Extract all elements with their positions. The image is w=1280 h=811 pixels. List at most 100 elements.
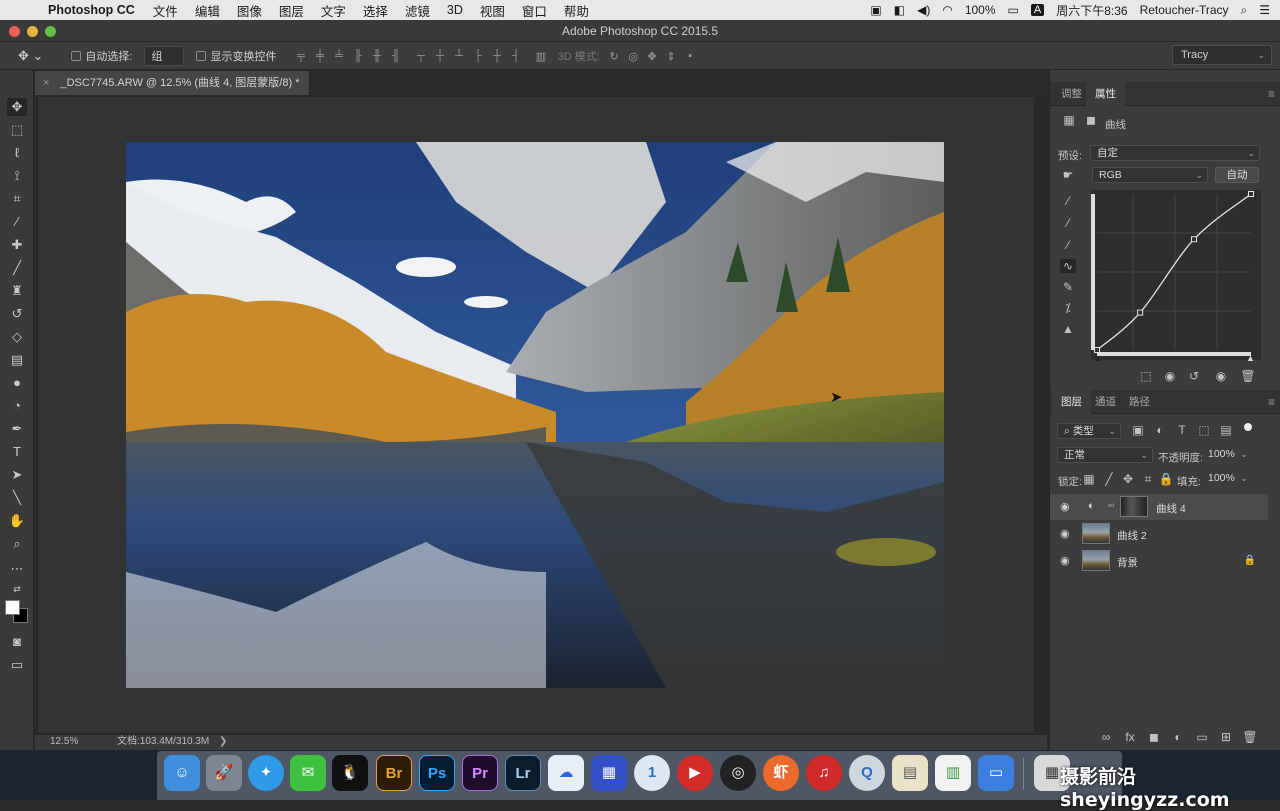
align-top-icon[interactable]: ╤ [294, 50, 307, 62]
distribute-bottom-icon[interactable]: ┴ [452, 50, 465, 62]
menu-3d[interactable]: 3D [447, 3, 463, 17]
panel-menu-icon[interactable]: ≡ [1268, 395, 1275, 409]
crop-tool-icon[interactable]: ⌗ [7, 190, 27, 208]
user-name[interactable]: Retoucher-Tracy [1140, 3, 1229, 17]
lock-image-icon[interactable]: ╱ [1101, 472, 1117, 486]
filter-toggle-icon[interactable] [1244, 423, 1252, 431]
wifi-icon[interactable]: ◠ [942, 3, 952, 17]
layer-style-icon[interactable]: fx [1122, 730, 1138, 744]
curve-point[interactable] [1137, 309, 1144, 316]
transform-controls-checkbox[interactable] [196, 50, 207, 61]
filter-type-icon[interactable]: T [1174, 423, 1190, 437]
filter-smart-object-icon[interactable]: ▤ [1218, 423, 1234, 437]
eye-icon[interactable]: ◉ [1060, 500, 1070, 513]
black-point-eyedropper-icon[interactable]: ⁄ [1060, 194, 1076, 208]
wechat-icon[interactable]: ✉ [290, 755, 326, 791]
distribute-top-icon[interactable]: ┬ [414, 50, 427, 62]
volume-icon[interactable]: ◀) [917, 3, 930, 17]
menu-view[interactable]: 视图 [480, 1, 505, 20]
hand-tool-icon[interactable]: ✋ [7, 512, 27, 530]
pen-tool-icon[interactable]: ✒ [7, 420, 27, 438]
document-tab[interactable]: × _DSC7745.ARW @ 12.5% (曲线 4, 图层蒙版/8) * [35, 71, 310, 95]
curve-edit-points-icon[interactable]: ∿ [1060, 259, 1076, 273]
battery-icon[interactable]: ▭ [1008, 3, 1019, 17]
view-previous-state-icon[interactable]: ◉ [1162, 369, 1178, 383]
tab-paths[interactable]: 路径 [1120, 390, 1159, 414]
layer-filter-dropdown[interactable]: ⌕ 类型 ⌄ [1057, 423, 1121, 439]
app-menu[interactable]: Photoshop CC [48, 3, 135, 17]
screen-record-icon[interactable]: ▣ [870, 3, 881, 17]
white-input-slider-icon[interactable]: ▲ [1246, 353, 1255, 363]
align-left-icon[interactable]: ╟ [351, 50, 364, 62]
blur-tool-icon[interactable]: ● [7, 374, 27, 392]
menu-edit[interactable]: 编辑 [195, 1, 220, 20]
filter-pixel-icon[interactable]: ▣ [1130, 423, 1146, 437]
menu-layer[interactable]: 图层 [279, 1, 304, 20]
link-layers-icon[interactable]: ∞ [1098, 730, 1114, 744]
notification-center-icon[interactable]: ☰ [1259, 3, 1270, 17]
type-tool-icon[interactable]: T [7, 443, 27, 461]
workspace-switcher[interactable]: Tracy ⌄ [1172, 45, 1272, 65]
eraser-tool-icon[interactable]: ◇ [7, 328, 27, 346]
menu-select[interactable]: 选择 [363, 1, 388, 20]
screen-mode-icon[interactable]: ▭ [7, 656, 27, 674]
filter-shape-icon[interactable]: ⬚ [1196, 423, 1212, 437]
gray-point-eyedropper-icon[interactable]: ⁄ [1060, 216, 1076, 230]
layer-row-curves-2[interactable]: ◉ 曲线 2 [1050, 521, 1268, 547]
premiere-icon[interactable]: Pr [462, 755, 498, 791]
auto-select-checkbox[interactable] [71, 50, 82, 61]
menu-window[interactable]: 窗口 [522, 1, 547, 20]
link-icon[interactable]: ∞ [1108, 500, 1114, 510]
keynote-icon[interactable]: ▭ [978, 755, 1014, 791]
netease-music-icon[interactable]: ♫ [806, 755, 842, 791]
distribute-hcenter-icon[interactable]: ┼ [490, 50, 503, 62]
distribute-vcenter-icon[interactable]: ┼ [433, 50, 446, 62]
move-tool-preset-icon[interactable]: ✥ ⌄ [18, 48, 43, 64]
healing-brush-tool-icon[interactable]: ✚ [7, 236, 27, 254]
obs-icon[interactable]: ◎ [720, 755, 756, 791]
lock-position-icon[interactable]: ✥ [1120, 472, 1136, 486]
menu-file[interactable]: 文件 [153, 1, 178, 20]
curve-pencil-icon[interactable]: ✎ [1060, 280, 1076, 294]
menu-help[interactable]: 帮助 [564, 1, 589, 20]
gradient-tool-icon[interactable]: ▤ [7, 351, 27, 369]
dodge-tool-icon[interactable]: ◔ [7, 397, 27, 415]
clipping-warning-icon[interactable]: ▲ [1060, 322, 1076, 336]
bridge-icon[interactable]: Br [376, 755, 412, 791]
lock-all-icon[interactable]: 🔒 [1158, 472, 1174, 486]
close-document-icon[interactable]: × [43, 77, 49, 89]
auto-button[interactable]: 自动 [1215, 167, 1259, 183]
delete-layer-icon[interactable]: 🗑 [1242, 730, 1258, 744]
curve-point[interactable] [1191, 236, 1198, 243]
eye-icon[interactable]: ◉ [1060, 554, 1070, 567]
toggle-visibility-icon[interactable]: ◉ [1213, 369, 1229, 383]
zoom-level[interactable]: 12.5% [50, 735, 78, 749]
qq-icon[interactable]: 🐧 [332, 755, 368, 791]
quicktime-icon[interactable]: Q [849, 755, 885, 791]
lightroom-icon[interactable]: Lr [505, 755, 541, 791]
brush-tool-icon[interactable]: ╱ [7, 259, 27, 277]
align-bottom-icon[interactable]: ╧ [332, 50, 345, 62]
new-group-icon[interactable]: ▭ [1194, 730, 1210, 744]
quick-mask-icon[interactable]: ◙ [7, 633, 27, 651]
auto-align-icon[interactable]: ▥ [534, 50, 547, 63]
preview-icon[interactable]: ▤ [892, 755, 928, 791]
document-size[interactable]: 文档:103.4M/310.3M [117, 735, 209, 749]
finder-icon[interactable]: ☺ [164, 755, 200, 791]
align-vcenter-icon[interactable]: ╪ [313, 50, 326, 62]
notification-icon[interactable]: ◧ [894, 3, 905, 17]
filter-adjustment-icon[interactable]: ◐ [1152, 423, 1168, 437]
menu-type[interactable]: 文字 [321, 1, 346, 20]
lock-transparent-icon[interactable]: ▦ [1081, 472, 1097, 486]
app-icon[interactable]: ▦ [591, 755, 627, 791]
targeted-adjust-icon[interactable]: ☛ [1060, 168, 1076, 182]
1password-icon[interactable]: 1 [634, 755, 670, 791]
distribute-right-icon[interactable]: ┤ [509, 50, 522, 62]
swap-colors-icon[interactable]: ⇄ [7, 580, 27, 598]
menu-image[interactable]: 图像 [237, 1, 262, 20]
close-window-button[interactable] [9, 26, 20, 37]
eyedropper-tool-icon[interactable]: ⁄ [7, 213, 27, 231]
new-adjustment-icon[interactable]: ◐ [1170, 730, 1186, 744]
minimize-window-button[interactable] [27, 26, 38, 37]
black-input-slider-icon[interactable]: ▲ [1094, 353, 1103, 363]
